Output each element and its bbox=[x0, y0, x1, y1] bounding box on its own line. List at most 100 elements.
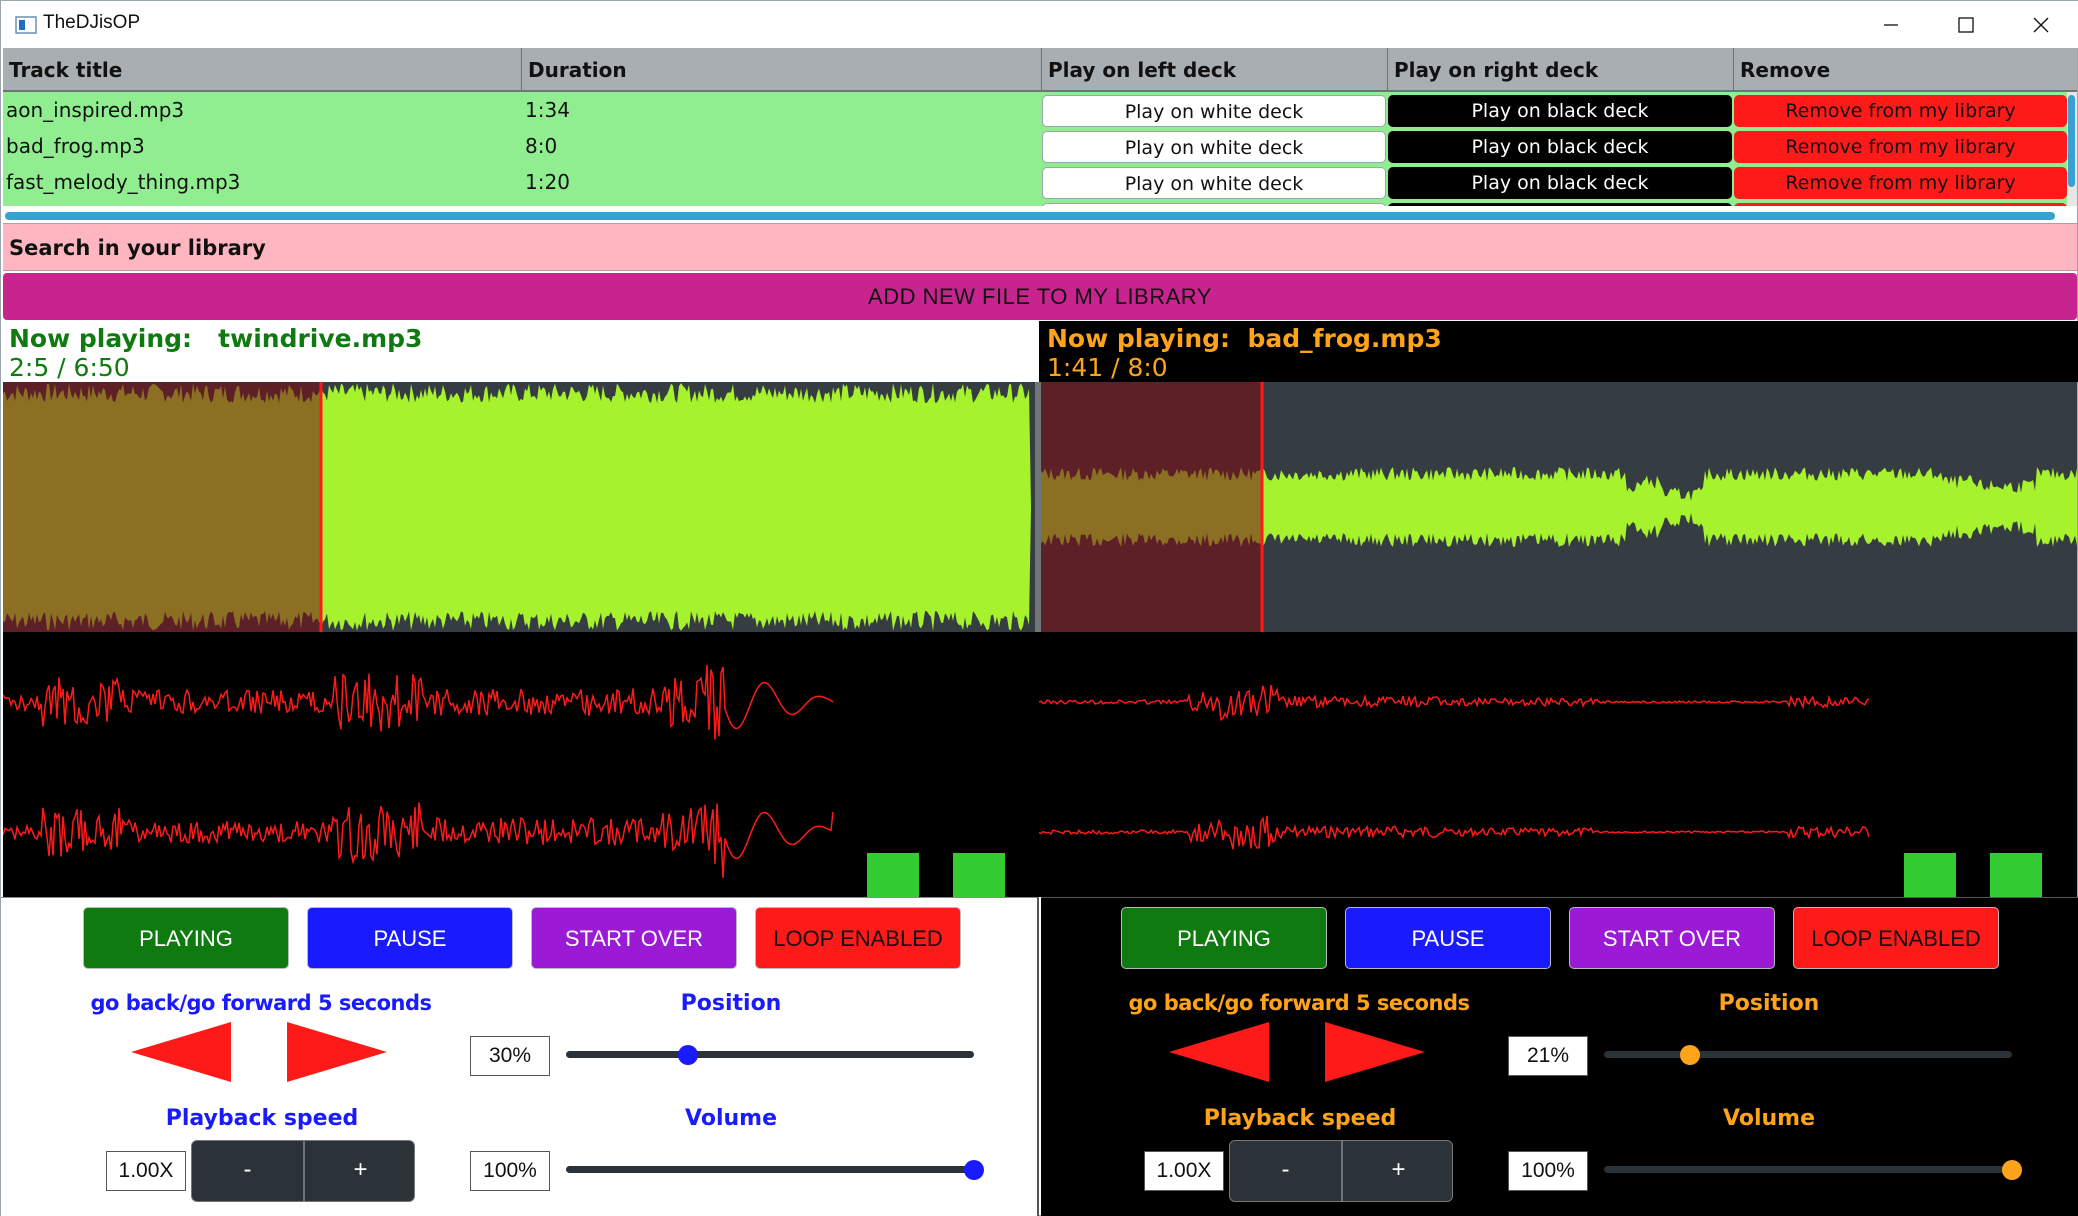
remove-track-button[interactable]: Remove from my library bbox=[1734, 95, 2067, 127]
oscilloscope-channel bbox=[1038, 685, 1870, 722]
playback-speed-value: 1.00X bbox=[106, 1151, 186, 1191]
table-row[interactable]: aon_inspired.mp3 1:34 Play on white deck… bbox=[3, 92, 2067, 128]
minimize-icon bbox=[1883, 23, 1898, 26]
remove-track-button[interactable]: Remove from my library bbox=[1734, 131, 2067, 163]
close-button[interactable] bbox=[2003, 1, 2078, 48]
now-playing-label: Now playing: bbox=[1047, 324, 1231, 353]
remove-track-button[interactable] bbox=[1734, 203, 2067, 206]
pause-button[interactable]: PAUSE bbox=[1345, 907, 1551, 969]
add-file-button[interactable]: ADD NEW FILE TO MY LIBRARY bbox=[3, 273, 2077, 320]
pause-button[interactable]: PAUSE bbox=[307, 907, 513, 969]
library-table-body: aon_inspired.mp3 1:34 Play on white deck… bbox=[3, 92, 2067, 206]
play-left-deck-button[interactable]: Play on white deck bbox=[1042, 131, 1386, 163]
speed-increase-button[interactable]: + bbox=[1343, 1141, 1454, 1201]
volume-label: Volume bbox=[1723, 1106, 1815, 1131]
speed-increase-button[interactable]: + bbox=[305, 1141, 416, 1201]
track-title-cell: fast_melody_thing.mp3 bbox=[6, 170, 241, 194]
left-deck-time: 2:5 / 6:50 bbox=[9, 353, 130, 382]
position-label: Position bbox=[1718, 991, 1820, 1016]
right-oscilloscope-svg bbox=[1038, 685, 2042, 897]
track-name: twindrive.mp3 bbox=[218, 324, 423, 353]
right-deck-waveform[interactable] bbox=[1041, 382, 2077, 632]
column-header-remove[interactable]: Remove bbox=[1734, 48, 2077, 92]
start-over-button[interactable]: START OVER bbox=[1569, 907, 1775, 969]
play-left-deck-button[interactable]: Play on white deck bbox=[1042, 167, 1386, 199]
play-right-deck-button[interactable] bbox=[1388, 203, 1732, 206]
maximize-button[interactable] bbox=[1928, 1, 2003, 48]
maximize-icon bbox=[1957, 16, 1974, 33]
volume-value: 100% bbox=[470, 1151, 550, 1191]
minimize-button[interactable] bbox=[1853, 1, 1928, 48]
speed-decrease-button[interactable]: - bbox=[192, 1141, 303, 1201]
play-right-deck-button[interactable]: Play on black deck bbox=[1388, 167, 1732, 199]
table-horizontal-scrollbar[interactable] bbox=[5, 212, 2055, 220]
oscilloscope-channel bbox=[1038, 815, 1870, 850]
right-deck-oscilloscope bbox=[1038, 632, 2077, 897]
now-playing-label: Now playing: bbox=[9, 324, 193, 353]
table-row[interactable]: bad_frog.mp3 8:0 Play on white deck Play… bbox=[3, 128, 2067, 164]
volume-slider-track[interactable] bbox=[1604, 1166, 2012, 1173]
waveform-played bbox=[1041, 467, 1261, 547]
right-deck-controls: PLAYING PAUSE START OVER LOOP ENABLED go… bbox=[1041, 897, 2078, 1216]
table-row[interactable] bbox=[3, 200, 2067, 206]
playback-speed-label: Playback speed bbox=[165, 1106, 359, 1131]
duration-cell: 8:0 bbox=[525, 134, 558, 158]
volume-value: 100% bbox=[1508, 1151, 1588, 1191]
level-meter-bar bbox=[953, 853, 1005, 897]
app-icon bbox=[15, 16, 37, 34]
waveform-unplayed bbox=[321, 383, 1035, 631]
play-button[interactable]: PLAYING bbox=[83, 907, 289, 969]
duration-cell: 1:34 bbox=[525, 98, 570, 122]
oscilloscope-channel bbox=[2, 802, 834, 878]
playback-speed-value: 1.00X bbox=[1144, 1151, 1224, 1191]
level-meter-bar bbox=[867, 853, 919, 897]
volume-slider-track[interactable] bbox=[566, 1166, 974, 1173]
right-deck-title: Now playing: bad_frog.mp3 bbox=[1047, 324, 1442, 353]
position-value: 30% bbox=[470, 1036, 550, 1076]
play-button[interactable]: PLAYING bbox=[1121, 907, 1327, 969]
right-waveform-svg bbox=[1041, 382, 2077, 632]
column-header-right-deck[interactable]: Play on right deck bbox=[1388, 48, 1733, 92]
position-slider-track[interactable] bbox=[566, 1051, 974, 1058]
table-row[interactable]: fast_melody_thing.mp3 1:20 Play on white… bbox=[3, 164, 2067, 200]
column-header-duration[interactable]: Duration bbox=[522, 48, 1041, 92]
close-icon bbox=[2033, 17, 2048, 32]
forward-arrow-icon[interactable] bbox=[287, 1022, 387, 1082]
track-title-cell: bad_frog.mp3 bbox=[6, 134, 145, 158]
start-over-button[interactable]: START OVER bbox=[531, 907, 737, 969]
loop-button[interactable]: LOOP ENABLED bbox=[755, 907, 961, 969]
play-left-deck-button[interactable] bbox=[1042, 203, 1386, 206]
play-left-deck-button[interactable]: Play on white deck bbox=[1042, 95, 1386, 127]
waveform-played bbox=[3, 383, 321, 631]
speed-decrease-button[interactable]: - bbox=[1230, 1141, 1341, 1201]
right-deck-now-playing: Now playing: bad_frog.mp3 1:41 / 8:0 bbox=[1039, 321, 2078, 382]
loop-button[interactable]: LOOP ENABLED bbox=[1793, 907, 1999, 969]
table-vertical-scroll-thumb[interactable] bbox=[2068, 95, 2075, 187]
volume-slider-knob[interactable] bbox=[2002, 1160, 2022, 1180]
forward-arrow-icon[interactable] bbox=[1325, 1022, 1425, 1082]
library-table-header: Track title Duration Play on left deck P… bbox=[3, 48, 2077, 92]
play-right-deck-button[interactable]: Play on black deck bbox=[1388, 131, 1732, 163]
position-slider-knob[interactable] bbox=[1679, 1045, 1700, 1065]
left-waveform-svg bbox=[3, 382, 1035, 632]
deck-divider bbox=[1035, 382, 1041, 632]
oscilloscope-channel bbox=[2, 664, 834, 740]
left-deck-waveform[interactable] bbox=[3, 382, 1035, 632]
level-meter-bar bbox=[1904, 853, 1956, 897]
left-deck-now-playing: Now playing: twindrive.mp3 2:5 / 6:50 bbox=[1, 321, 1039, 382]
rewind-arrow-icon[interactable] bbox=[1169, 1022, 1269, 1082]
column-header-title[interactable]: Track title bbox=[3, 48, 521, 92]
remove-track-button[interactable]: Remove from my library bbox=[1734, 167, 2067, 199]
speed-stepper: - + bbox=[191, 1140, 415, 1202]
position-value: 21% bbox=[1508, 1036, 1588, 1076]
column-header-left-deck[interactable]: Play on left deck bbox=[1042, 48, 1387, 92]
position-slider-track[interactable] bbox=[1604, 1051, 2012, 1058]
title-bar: TheDJisOP bbox=[1, 1, 2078, 48]
right-deck-time: 1:41 / 8:0 bbox=[1047, 353, 1168, 382]
rewind-arrow-icon[interactable] bbox=[131, 1022, 231, 1082]
search-input[interactable]: Search in your library bbox=[3, 223, 2077, 271]
position-slider-knob[interactable] bbox=[678, 1045, 699, 1065]
duration-cell: 1:20 bbox=[525, 170, 570, 194]
volume-slider-knob[interactable] bbox=[964, 1160, 984, 1180]
play-right-deck-button[interactable]: Play on black deck bbox=[1388, 95, 1732, 127]
